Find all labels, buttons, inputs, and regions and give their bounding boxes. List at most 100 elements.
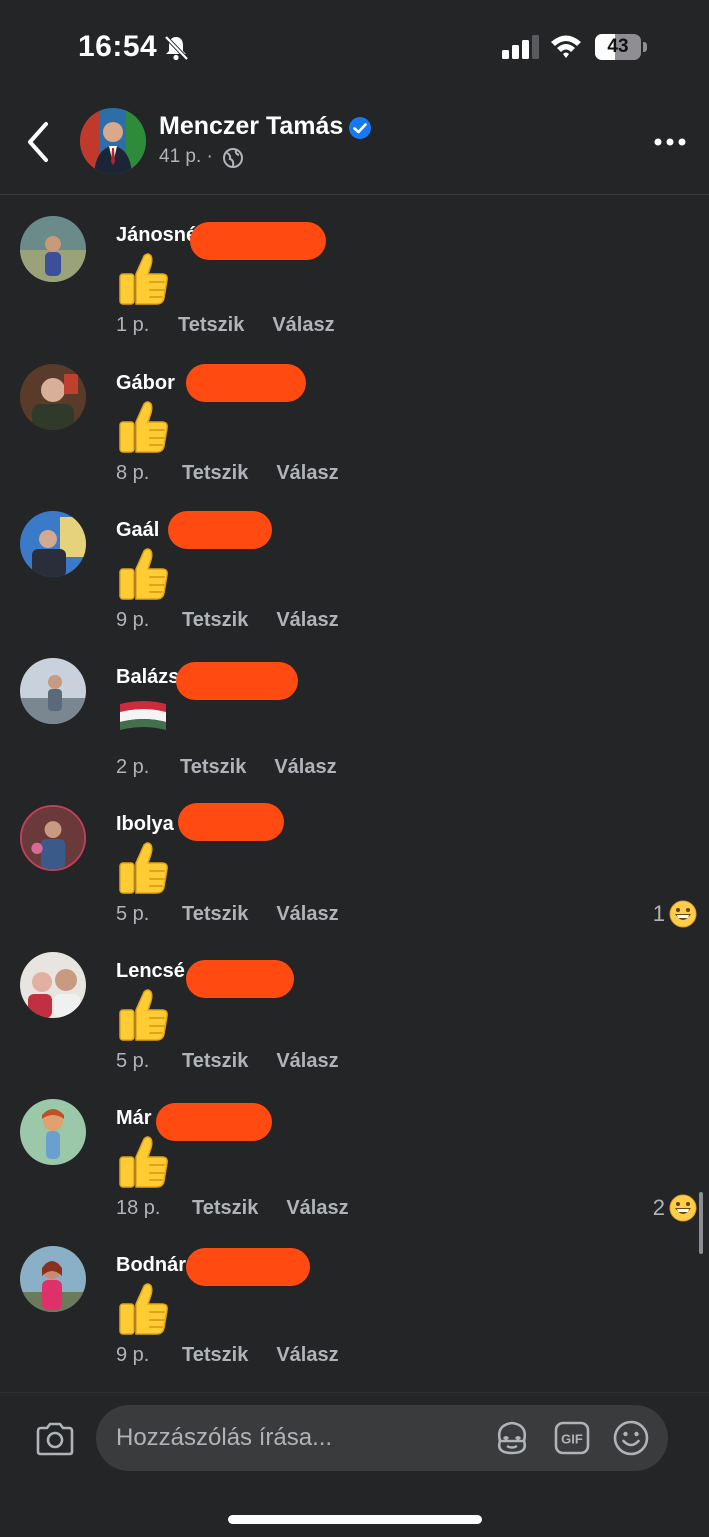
comment-time: 2 p. xyxy=(116,756,150,778)
comment-input-placeholder: Hozzászólás írása... xyxy=(116,1424,333,1451)
globe-icon xyxy=(223,148,243,168)
status-time: 16:54 xyxy=(78,30,158,63)
like-button[interactable]: Tetszik xyxy=(182,903,248,926)
like-button[interactable]: Tetszik xyxy=(182,462,248,485)
comment-time: 1 p. xyxy=(116,314,150,336)
comment-item: Jánosné 1 p. Tetszik Válasz xyxy=(0,216,709,363)
redaction-mark xyxy=(178,803,284,841)
comment-item: Gaál 9 p. Tetszik Válasz xyxy=(0,511,709,658)
like-button[interactable]: Tetszik xyxy=(182,1050,248,1073)
thumbs-up-emoji xyxy=(114,839,172,897)
comment-actions: 5 p. Tetszik Válasz xyxy=(116,903,339,926)
redaction-mark xyxy=(186,364,306,402)
redaction-mark xyxy=(168,511,272,549)
comment-time: 9 p. xyxy=(116,1344,150,1366)
comment-item: Már 18 p. Tetszik Válasz 2 xyxy=(0,1099,709,1246)
thumbs-up-emoji xyxy=(114,1133,172,1191)
commenter-name[interactable]: Bodnár xyxy=(116,1254,186,1277)
gif-icon[interactable]: GIF xyxy=(554,1421,590,1455)
status-bar: 16:54 43 xyxy=(0,0,709,96)
camera-icon[interactable] xyxy=(34,1421,76,1457)
emoji-icon[interactable] xyxy=(612,1419,650,1457)
post-header: Menczer Tamás 41 p. · xyxy=(0,96,709,195)
commenter-avatar[interactable] xyxy=(20,1099,86,1165)
commenter-name[interactable]: Jánosné xyxy=(116,224,197,247)
hungarian-flag-emoji xyxy=(114,688,172,746)
redaction-mark xyxy=(186,1248,310,1286)
commenter-avatar[interactable] xyxy=(20,1246,86,1312)
commenter-name[interactable]: Lencsé xyxy=(116,960,185,983)
thumbs-up-emoji xyxy=(114,1280,172,1338)
comment-actions: 1 p. Tetszik Válasz xyxy=(116,314,335,337)
commenter-avatar[interactable] xyxy=(20,364,86,430)
like-button[interactable]: Tetszik xyxy=(182,609,248,632)
comment-actions: 5 p. Tetszik Válasz xyxy=(116,1050,339,1073)
scrollbar[interactable] xyxy=(699,1192,703,1254)
thumbs-up-emoji xyxy=(114,545,172,603)
post-author-name[interactable]: Menczer Tamás xyxy=(159,112,343,141)
comment-actions: 9 p. Tetszik Válasz xyxy=(116,1344,339,1367)
reply-button[interactable]: Válasz xyxy=(276,1344,338,1367)
comment-actions: 18 p. Tetszik Válasz xyxy=(116,1197,349,1220)
comment-item: Bodnár 9 p. Tetszik Válasz xyxy=(0,1246,709,1393)
commenter-avatar[interactable] xyxy=(20,658,86,724)
commenter-name[interactable]: Gábor xyxy=(116,372,175,395)
reply-button[interactable]: Válasz xyxy=(276,1050,338,1073)
comment-time: 9 p. xyxy=(116,609,150,631)
author-avatar[interactable] xyxy=(80,108,146,174)
reaction-number: 2 xyxy=(652,1195,665,1220)
thumbs-up-emoji xyxy=(114,986,172,1044)
post-time: 41 p. · xyxy=(159,146,213,167)
comment-actions: 8 p. Tetszik Válasz xyxy=(116,462,339,485)
reply-button[interactable]: Válasz xyxy=(272,314,334,337)
thumbs-up-emoji xyxy=(114,398,172,456)
reply-button[interactable]: Válasz xyxy=(274,756,336,779)
reaction-count[interactable]: 1 xyxy=(653,899,697,929)
commenter-avatar[interactable] xyxy=(20,952,86,1018)
back-chevron-icon[interactable] xyxy=(22,118,56,166)
reply-button[interactable]: Válasz xyxy=(276,903,338,926)
comment-time: 18 p. xyxy=(116,1197,161,1219)
comment-input[interactable]: Hozzászólás írása... GIF xyxy=(96,1405,668,1471)
verified-badge-icon xyxy=(349,117,371,139)
like-button[interactable]: Tetszik xyxy=(192,1197,258,1220)
comment-composer: Hozzászólás írása... GIF xyxy=(0,1392,709,1537)
svg-text:GIF: GIF xyxy=(561,1432,583,1447)
like-button[interactable]: Tetszik xyxy=(182,1344,248,1367)
commenter-name[interactable]: Gaál xyxy=(116,519,159,542)
comment-time: 5 p. xyxy=(116,903,150,925)
comment-time: 5 p. xyxy=(116,1050,150,1072)
commenter-name[interactable]: Már xyxy=(116,1107,152,1130)
cellular-signal-icon xyxy=(502,35,539,59)
redaction-mark xyxy=(186,960,294,998)
avatar-sticker-icon[interactable] xyxy=(492,1419,532,1457)
comment-item: Gábor 8 p. Tetszik Válasz xyxy=(0,364,709,511)
home-indicator[interactable] xyxy=(228,1515,482,1524)
reaction-number: 1 xyxy=(652,901,665,926)
battery-percent: 43 xyxy=(607,36,629,57)
more-options-icon[interactable] xyxy=(652,136,688,148)
comment-actions: 2 p. Tetszik Válasz xyxy=(116,756,337,779)
commenter-name[interactable]: Balázs xyxy=(116,666,179,689)
like-button[interactable]: Tetszik xyxy=(180,756,246,779)
commenter-avatar[interactable] xyxy=(20,805,86,871)
comment-item: Ibolya 5 p. Tetszik Válasz 1 xyxy=(0,803,709,952)
battery-indicator: 43 xyxy=(595,34,647,60)
redaction-mark xyxy=(190,222,326,260)
reply-button[interactable]: Válasz xyxy=(286,1197,348,1220)
like-button[interactable]: Tetszik xyxy=(178,314,244,337)
reply-button[interactable]: Válasz xyxy=(276,609,338,632)
reply-button[interactable]: Válasz xyxy=(276,462,338,485)
commenter-name[interactable]: Ibolya xyxy=(116,813,174,836)
commenter-avatar[interactable] xyxy=(20,216,86,282)
haha-reaction-icon xyxy=(669,1194,697,1222)
redaction-mark xyxy=(176,662,298,700)
reaction-count[interactable]: 2 xyxy=(653,1193,697,1223)
thumbs-up-emoji xyxy=(114,250,172,308)
haha-reaction-icon xyxy=(669,900,697,928)
redaction-mark xyxy=(156,1103,272,1141)
comment-time: 8 p. xyxy=(116,462,150,484)
comment-item: Balázs 2 p. Tetszik Válasz xyxy=(0,658,709,805)
bell-muted-icon xyxy=(164,35,189,61)
commenter-avatar[interactable] xyxy=(20,511,86,577)
